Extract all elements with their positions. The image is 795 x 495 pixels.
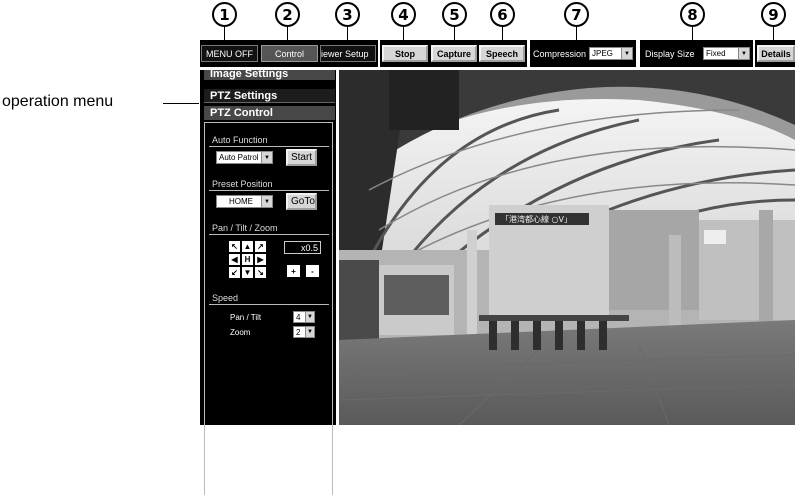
callout-4: 4 [391,2,416,27]
zoom-speed-value: 2 [296,327,301,337]
compression-label: Compression [533,48,587,59]
callout-2: 2 [275,2,300,27]
callout-8: 8 [680,2,705,27]
right-arrow-icon[interactable]: ▶ [255,254,266,265]
leader-line [224,27,225,40]
menu-off-button[interactable]: MENU OFF [201,45,258,62]
zoom-speed-select[interactable]: 2 ▼ [293,326,315,338]
ptz-settings-header[interactable]: PTZ Settings [204,89,335,103]
goto-button[interactable]: GoTo [286,193,317,210]
speech-button[interactable]: Speech [479,45,525,62]
callout-3: 3 [335,2,360,27]
annotation-leader-line [163,103,199,104]
display-size-select[interactable]: Fixed ▼ [703,47,750,60]
control-button[interactable]: Control [261,45,318,62]
start-button[interactable]: Start [286,149,317,166]
preset-position-select[interactable]: HOME ▼ [216,195,273,208]
down-right-arrow-icon[interactable]: ↘ [255,267,266,278]
zoom-out-button[interactable]: - [306,265,319,277]
dropdown-arrow-icon: ▼ [261,196,272,207]
leader-line [576,27,577,40]
auto-function-label: Auto Function [209,135,329,147]
callout-5: 5 [442,2,467,27]
leader-line [502,27,503,40]
operation-menu-panel: Image Settings PTZ Settings PTZ Control … [200,68,336,495]
dropdown-arrow-icon: ▼ [738,48,749,59]
leader-line [773,27,774,40]
preset-position-label: Preset Position [209,179,329,191]
pan-tilt-speed-label: Pan / Tilt [230,313,262,322]
dropdown-arrow-icon: ▼ [261,152,272,163]
callout-6: 6 [490,2,515,27]
stop-button[interactable]: Stop [382,45,428,62]
callout-9: 9 [761,2,786,27]
leader-line [347,27,348,40]
auto-function-select[interactable]: Auto Patrol ▼ [216,151,273,164]
down-left-arrow-icon[interactable]: ↙ [229,267,240,278]
up-left-arrow-icon[interactable]: ↖ [229,241,240,252]
zoom-value-display: x0.5 [284,241,321,254]
leader-line [287,27,288,40]
preset-position-value: HOME [229,197,253,206]
camera-view[interactable]: 「港湾都心線 ○V」 [339,70,795,425]
viewer-setup-button[interactable]: iewer Setup [320,45,376,62]
station-sign-text: 「港湾都心線 ○V」 [501,214,572,224]
leader-line [454,27,455,40]
pan-tilt-zoom-label: Pan / Tilt / Zoom [209,223,329,235]
callout-7: 7 [564,2,589,27]
dropdown-arrow-icon: ▼ [621,48,632,59]
ptz-control-header[interactable]: PTZ Control [204,106,335,120]
display-size-value: Fixed [706,49,726,58]
dropdown-arrow-icon: ▼ [305,327,314,337]
auto-function-value: Auto Patrol [219,153,259,162]
leader-line [692,27,693,40]
up-right-arrow-icon[interactable]: ↗ [255,241,266,252]
pan-tilt-speed-select[interactable]: 4 ▼ [293,311,315,323]
callout-1: 1 [212,2,237,27]
display-size-label: Display Size [645,48,695,59]
speed-label: Speed [209,293,329,305]
capture-button[interactable]: Capture [431,45,477,62]
ptz-control-body: Auto Function Auto Patrol ▼ Start Preset… [204,122,333,495]
down-arrow-icon[interactable]: ▼ [242,267,253,278]
pan-tilt-speed-value: 4 [296,312,301,322]
camera-image: 「港湾都心線 ○V」 [339,70,795,425]
details-button[interactable]: Details [757,45,795,62]
zoom-in-button[interactable]: + [287,265,300,277]
zoom-speed-label: Zoom [230,328,251,337]
compression-select[interactable]: JPEG ▼ [589,47,633,60]
compression-value: JPEG [592,49,613,58]
home-button[interactable]: H [242,254,253,265]
up-arrow-icon[interactable]: ▲ [242,241,253,252]
left-arrow-icon[interactable]: ◀ [229,254,240,265]
dropdown-arrow-icon: ▼ [305,312,314,322]
image-settings-header[interactable]: Image Settings [204,68,335,80]
operation-menu-annotation: operation menu [2,93,114,110]
leader-line [403,27,404,40]
